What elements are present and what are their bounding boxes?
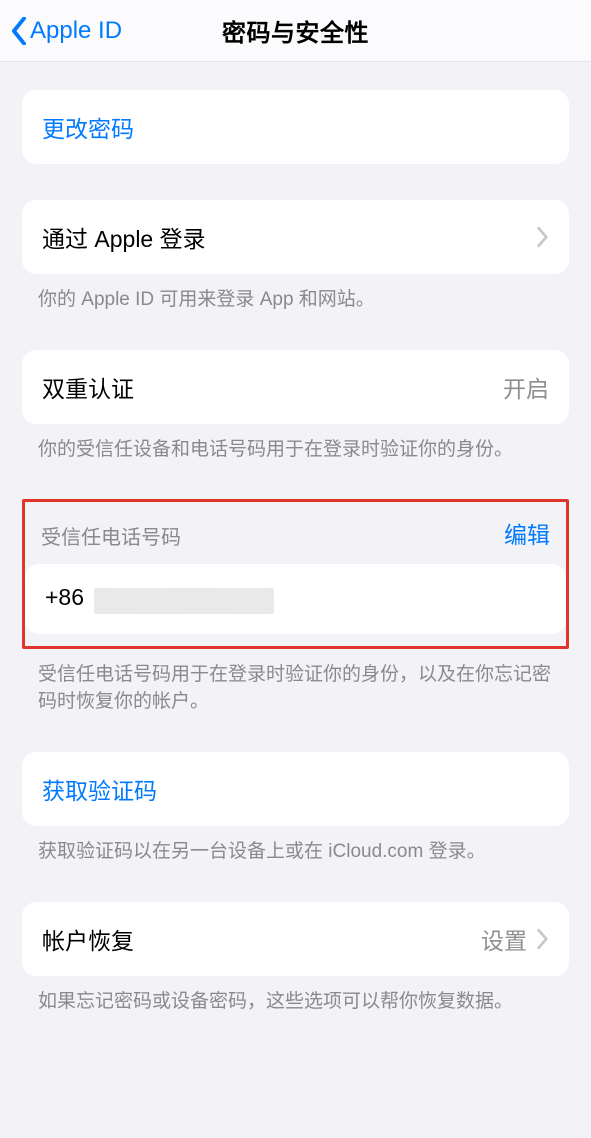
sign-in-with-apple-row[interactable]: 通过 Apple 登录 xyxy=(22,200,569,274)
two-factor-row: 双重认证 开启 xyxy=(22,350,569,424)
trusted-phone-prefix: +86 xyxy=(45,584,84,610)
get-code-row[interactable]: 获取验证码 xyxy=(22,752,569,826)
account-recovery-label: 帐户恢复 xyxy=(42,922,134,956)
get-code-label: 获取验证码 xyxy=(42,772,157,806)
trusted-phone-header: 受信任电话号码 xyxy=(41,521,181,550)
two-factor-label: 双重认证 xyxy=(42,370,134,404)
trusted-phone-number: +86 xyxy=(45,584,274,614)
trusted-phone-row[interactable]: +86 xyxy=(25,564,566,634)
group-trusted-phone: 受信任电话号码 编辑 +86 受信任电话号码用于在登录时验证你的身份，以及在你忘… xyxy=(0,499,591,716)
sign-in-with-apple-label: 通过 Apple 登录 xyxy=(42,220,206,254)
navbar: Apple ID 密码与安全性 xyxy=(0,0,591,62)
sign-in-with-apple-footer: 你的 Apple ID 可用来登录 App 和网站。 xyxy=(0,274,591,314)
get-code-footer: 获取验证码以在另一台设备上或在 iCloud.com 登录。 xyxy=(0,826,591,866)
two-factor-footer: 你的受信任设备和电话号码用于在登录时验证你的身份。 xyxy=(0,424,591,464)
group-change-password: 更改密码 xyxy=(0,90,591,164)
account-recovery-row[interactable]: 帐户恢复 设置 xyxy=(22,902,569,976)
chevron-right-icon xyxy=(537,227,549,247)
chevron-right-icon xyxy=(537,929,549,949)
change-password-row[interactable]: 更改密码 xyxy=(22,90,569,164)
group-get-code: 获取验证码 获取验证码以在另一台设备上或在 iCloud.com 登录。 xyxy=(0,752,591,866)
chevron-left-icon xyxy=(8,14,30,48)
trusted-phone-edit-button[interactable]: 编辑 xyxy=(504,516,550,550)
trusted-phone-highlight: 受信任电话号码 编辑 +86 xyxy=(22,499,569,649)
two-factor-value: 开启 xyxy=(503,370,549,404)
group-account-recovery: 帐户恢复 设置 如果忘记密码或设备密码，这些选项可以帮你恢复数据。 xyxy=(0,902,591,1016)
back-label: Apple ID xyxy=(30,17,122,45)
account-recovery-footer: 如果忘记密码或设备密码，这些选项可以帮你恢复数据。 xyxy=(0,976,591,1016)
account-recovery-value: 设置 xyxy=(481,922,527,956)
content: 更改密码 通过 Apple 登录 你的 Apple ID 可用来登录 App 和… xyxy=(0,90,591,1015)
back-button[interactable]: Apple ID xyxy=(0,14,122,48)
trusted-phone-footer: 受信任电话号码用于在登录时验证你的身份，以及在你忘记密码时恢复你的帐户。 xyxy=(0,649,591,716)
group-sign-in-apple: 通过 Apple 登录 你的 Apple ID 可用来登录 App 和网站。 xyxy=(0,200,591,314)
change-password-label: 更改密码 xyxy=(42,110,134,144)
group-two-factor: 双重认证 开启 你的受信任设备和电话号码用于在登录时验证你的身份。 xyxy=(0,350,591,464)
trusted-phone-masked xyxy=(94,588,274,614)
